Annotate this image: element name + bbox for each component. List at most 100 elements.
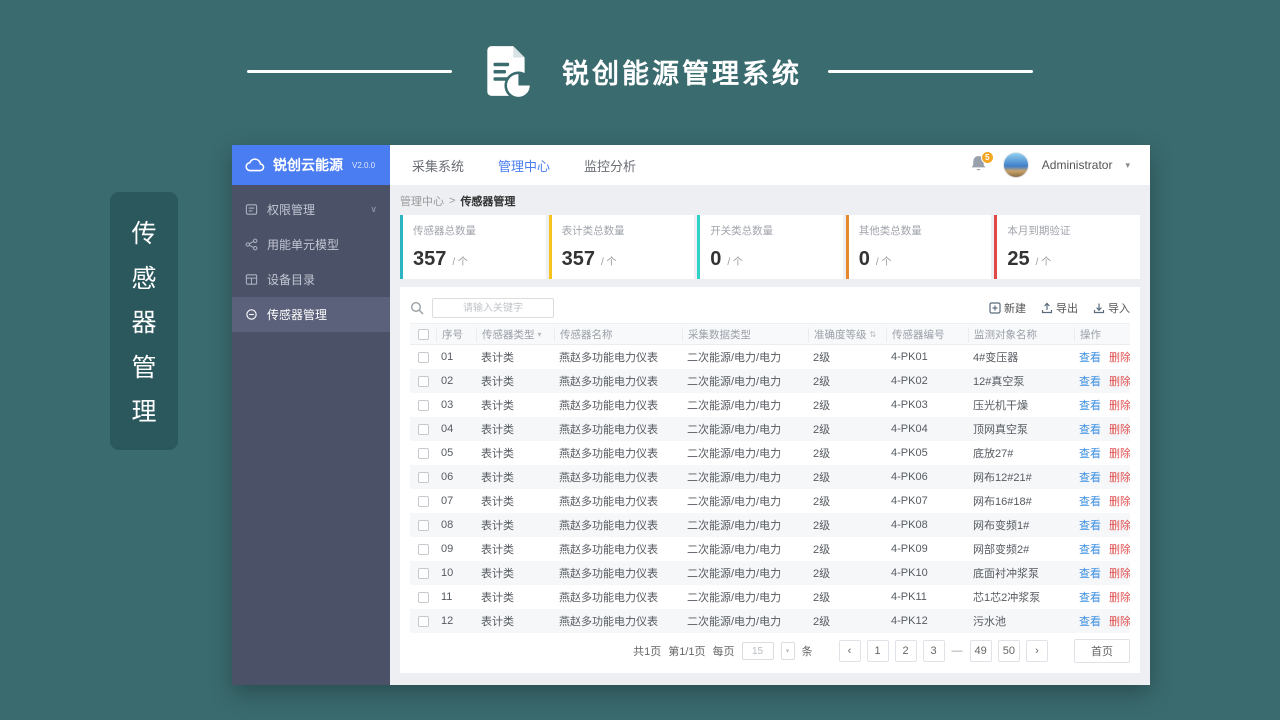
table-body: 01 表计类 燕赵多功能电力仪表 二次能源/电力/电力 2级 4-PK01 4#变压器 查看删… <box>410 345 1130 633</box>
app-window: 锐创云能源 V2.0.0 权限管理 ∨ 用能单元模型 设备目录 传感器管理 采集… <box>232 145 1150 685</box>
per-page-select[interactable]: 15 <box>741 642 774 660</box>
cell-value: 03 <box>441 399 454 411</box>
plus-square-icon <box>989 302 1001 314</box>
delete-link[interactable]: 删除 <box>1109 445 1130 461</box>
stat-label: 本月到期验证 <box>1007 225 1071 237</box>
page-ellipsis: — <box>951 645 963 657</box>
cell-value: 燕赵多功能电力仪表 <box>559 544 658 556</box>
row-checkbox[interactable] <box>417 495 429 507</box>
create-button[interactable]: 新建 <box>989 300 1026 316</box>
stat-label: 传感器总数量 <box>413 225 476 237</box>
cell-value: 12#真空泵 <box>973 376 1025 388</box>
delete-link[interactable]: 删除 <box>1109 421 1130 437</box>
row-actions: 查看 删除 <box>1074 421 1130 437</box>
row-checkbox-cell <box>410 447 436 459</box>
row-actions: 查看 删除 <box>1074 445 1130 461</box>
top-navigation: 采集系统 管理中心 监控分析 5 Administrator ▾ <box>390 145 1150 185</box>
view-link[interactable]: 查看 <box>1079 445 1101 461</box>
table-row: 02 表计类 燕赵多功能电力仪表 二次能源/电力/电力 2级 4-PK02 12#真空泵 查看… <box>410 369 1130 393</box>
search-input[interactable] <box>432 298 554 318</box>
cell-value: 2级 <box>813 448 831 460</box>
sort-icon[interactable]: ⇅ <box>870 330 877 339</box>
page-button[interactable]: 3 <box>922 640 945 662</box>
home-page-button[interactable]: 首页 <box>1074 639 1130 663</box>
cell-value: 2级 <box>813 472 831 484</box>
delete-link[interactable]: 删除 <box>1109 373 1130 389</box>
import-button[interactable]: 导入 <box>1093 300 1130 316</box>
delete-link[interactable]: 删除 <box>1109 397 1130 413</box>
cell-value: 09 <box>441 543 454 555</box>
row-actions: 查看 删除 <box>1074 517 1130 533</box>
filter-icon[interactable]: ▾ <box>538 330 542 339</box>
sidebar-item-device-catalog[interactable]: 设备目录 <box>232 262 390 297</box>
page-button[interactable]: 2 <box>894 640 917 662</box>
cell-value: 表计类 <box>481 424 514 436</box>
view-link[interactable]: 查看 <box>1079 541 1101 557</box>
row-checkbox[interactable] <box>417 423 429 435</box>
cell-value: 4-PK07 <box>891 495 928 507</box>
row-checkbox[interactable] <box>417 519 429 531</box>
next-page-button[interactable]: › <box>1026 640 1048 662</box>
page-button[interactable]: 50 <box>997 640 1020 662</box>
breadcrumb: 管理中心 > 传感器管理 <box>400 193 1140 209</box>
view-link[interactable]: 查看 <box>1079 517 1101 533</box>
view-link[interactable]: 查看 <box>1079 373 1101 389</box>
avatar[interactable] <box>1002 152 1029 178</box>
export-button[interactable]: 导出 <box>1041 300 1078 316</box>
view-link[interactable]: 查看 <box>1079 397 1101 413</box>
tab-collection-system[interactable]: 采集系统 <box>412 156 464 175</box>
column-header: 传感器类型 ▾ <box>476 326 554 342</box>
stat-card-meter-total: 表计类总数量 357/ 个 <box>548 215 695 279</box>
row-checkbox[interactable] <box>417 591 429 603</box>
stat-label: 表计类总数量 <box>561 225 625 237</box>
sidebar-item-sensor-management[interactable]: 传感器管理 <box>232 297 390 332</box>
cell-value: 2级 <box>813 376 831 388</box>
view-link[interactable]: 查看 <box>1079 421 1101 437</box>
view-link[interactable]: 查看 <box>1079 565 1101 581</box>
select-all-checkbox[interactable] <box>417 328 429 340</box>
tab-management-center[interactable]: 管理中心 <box>498 156 550 175</box>
row-checkbox[interactable] <box>417 351 429 363</box>
sidebar-item-permission-management[interactable]: 权限管理 ∨ <box>232 192 390 227</box>
delete-link[interactable]: 删除 <box>1109 589 1130 605</box>
view-link[interactable]: 查看 <box>1079 613 1101 629</box>
column-header: 传感器编号 <box>886 326 968 342</box>
tab-monitoring-analysis[interactable]: 监控分析 <box>584 156 636 175</box>
delete-link[interactable]: 删除 <box>1109 541 1130 557</box>
row-checkbox[interactable] <box>417 567 429 579</box>
delete-link[interactable]: 删除 <box>1109 517 1130 533</box>
stat-card-expiring-this-month: 本月到期验证 25/ 个 <box>994 215 1140 279</box>
delete-link[interactable]: 删除 <box>1109 493 1130 509</box>
row-checkbox[interactable] <box>417 447 429 459</box>
table-row: 12 表计类 燕赵多功能电力仪表 二次能源/电力/电力 2级 4-PK12 污水池 查看 删除 <box>410 609 1130 633</box>
delete-link[interactable]: 删除 <box>1109 565 1130 581</box>
row-checkbox[interactable] <box>417 543 429 555</box>
cell-value: 4-PK11 <box>891 591 927 603</box>
row-checkbox[interactable] <box>417 615 429 627</box>
cell-value: 10 <box>441 567 454 579</box>
delete-link[interactable]: 删除 <box>1109 613 1130 629</box>
row-checkbox[interactable] <box>417 471 429 483</box>
cell-value: 燕赵多功能电力仪表 <box>559 616 658 628</box>
page-button[interactable]: 49 <box>969 640 992 662</box>
sidebar-item-energy-unit-model[interactable]: 用能单元模型 <box>232 227 390 262</box>
username-label[interactable]: Administrator <box>1042 158 1113 172</box>
row-checkbox[interactable] <box>417 375 429 387</box>
notification-bell-icon[interactable]: 5 <box>970 151 994 176</box>
delete-link[interactable]: 删除 <box>1109 469 1130 485</box>
row-checkbox[interactable] <box>417 399 429 411</box>
prev-page-button[interactable]: ‹ <box>838 640 861 662</box>
delete-link[interactable]: 删除 <box>1109 349 1130 365</box>
cell-value: 04 <box>441 423 454 435</box>
view-link[interactable]: 查看 <box>1079 589 1101 605</box>
view-link[interactable]: 查看 <box>1079 469 1101 485</box>
page-button[interactable]: 1 <box>866 640 889 662</box>
per-page-spinner-icon[interactable]: ▾ <box>780 642 795 660</box>
cell-value: 4#变压器 <box>973 352 1019 364</box>
user-menu-caret-icon[interactable]: ▾ <box>1125 160 1130 171</box>
breadcrumb-parent[interactable]: 管理中心 <box>400 193 444 209</box>
view-link[interactable]: 查看 <box>1079 493 1101 509</box>
table-row: 11 表计类 燕赵多功能电力仪表 二次能源/电力/电力 2级 4-PK11 芯1芯2冲浆泵 查… <box>410 585 1130 609</box>
sidebar-item-label: 传感器管理 <box>267 308 328 322</box>
view-link[interactable]: 查看 <box>1079 349 1101 365</box>
